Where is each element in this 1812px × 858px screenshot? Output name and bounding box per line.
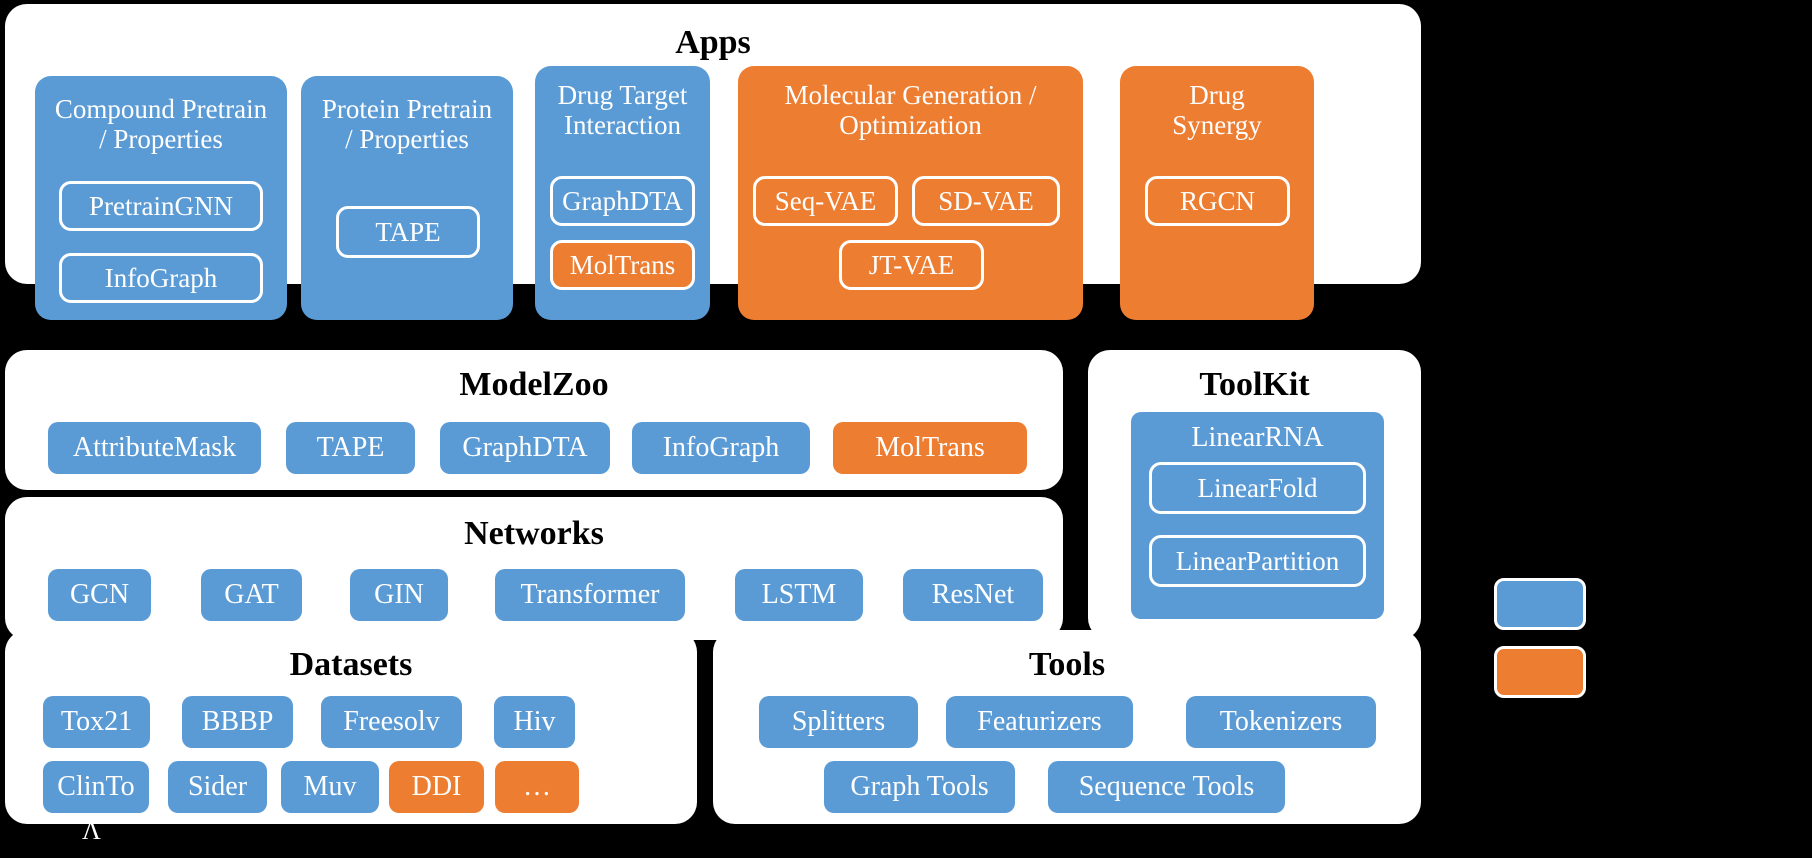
tools-item-graph-tools[interactable]: Graph Tools bbox=[824, 761, 1015, 813]
tools-item-tokenizers[interactable]: Tokenizers bbox=[1186, 696, 1376, 748]
datasets-panel: Datasets Tox21 BBBP Freesolv Hiv ClinTo … bbox=[5, 630, 697, 824]
modelzoo-item-graphdta[interactable]: GraphDTA bbox=[440, 422, 610, 474]
apps-group-label: Drug Synergy bbox=[1172, 80, 1262, 141]
apps-item-jt-vae[interactable]: JT-VAE bbox=[839, 240, 984, 290]
apps-group-label: Compound Pretrain / Properties bbox=[54, 94, 268, 155]
diagram-canvas: Apps Compound Pretrain / Properties Pret… bbox=[0, 0, 1812, 858]
apps-group-label: Molecular Generation / Optimization bbox=[784, 80, 1037, 141]
networks-item-gat[interactable]: GAT bbox=[201, 569, 302, 621]
tools-panel-title: Tools bbox=[1028, 646, 1106, 683]
toolkit-group-linearrna[interactable]: LinearRNA LinearFold LinearPartition bbox=[1131, 412, 1384, 619]
tools-item-sequence-tools[interactable]: Sequence Tools bbox=[1048, 761, 1285, 813]
apps-item-infograph[interactable]: InfoGraph bbox=[59, 253, 263, 303]
apps-item-seq-vae[interactable]: Seq-VAE bbox=[753, 176, 898, 226]
networks-item-lstm[interactable]: LSTM bbox=[735, 569, 863, 621]
apps-group-molecular-generation[interactable]: Molecular Generation / Optimization Seq-… bbox=[738, 66, 1083, 320]
datasets-item-more[interactable]: … bbox=[495, 761, 579, 813]
datasets-panel-title: Datasets bbox=[289, 646, 413, 683]
apps-group-protein-pretrain[interactable]: Protein Pretrain / Properties TAPE bbox=[301, 76, 513, 320]
tools-panel: Tools Splitters Featurizers Tokenizers G… bbox=[713, 630, 1421, 824]
datasets-item-muv[interactable]: Muv bbox=[281, 761, 379, 813]
stray-caret-artifact: Λ bbox=[82, 816, 101, 845]
networks-panel: Networks GCN GAT GIN Transformer LSTM Re… bbox=[5, 497, 1063, 640]
apps-panel-title: Apps bbox=[675, 24, 751, 61]
networks-item-gin[interactable]: GIN bbox=[350, 569, 448, 621]
networks-item-gcn[interactable]: GCN bbox=[48, 569, 151, 621]
apps-item-tape[interactable]: TAPE bbox=[336, 206, 480, 258]
modelzoo-item-attributemask[interactable]: AttributeMask bbox=[48, 422, 261, 474]
networks-item-transformer[interactable]: Transformer bbox=[495, 569, 685, 621]
apps-group-drug-target-interaction[interactable]: Drug Target Interaction GraphDTA MolTran… bbox=[535, 66, 710, 320]
apps-item-pretraingnn[interactable]: PretrainGNN bbox=[59, 181, 263, 231]
modelzoo-item-moltrans[interactable]: MolTrans bbox=[833, 422, 1027, 474]
modelzoo-panel: ModelZoo AttributeMask TAPE GraphDTA Inf… bbox=[5, 350, 1063, 490]
datasets-item-sider[interactable]: Sider bbox=[168, 761, 267, 813]
apps-item-rgcn[interactable]: RGCN bbox=[1145, 176, 1290, 226]
apps-item-moltrans[interactable]: MolTrans bbox=[550, 240, 695, 290]
datasets-item-hiv[interactable]: Hiv bbox=[494, 696, 575, 748]
toolkit-item-linearfold[interactable]: LinearFold bbox=[1149, 462, 1366, 514]
networks-panel-title: Networks bbox=[464, 515, 604, 552]
networks-item-resnet[interactable]: ResNet bbox=[903, 569, 1043, 621]
apps-item-graphdta[interactable]: GraphDTA bbox=[550, 176, 695, 226]
toolkit-panel-title: ToolKit bbox=[1199, 366, 1310, 403]
datasets-item-ddi[interactable]: DDI bbox=[389, 761, 484, 813]
tools-item-splitters[interactable]: Splitters bbox=[759, 696, 918, 748]
modelzoo-item-infograph[interactable]: InfoGraph bbox=[632, 422, 810, 474]
toolkit-item-linearpartition[interactable]: LinearPartition bbox=[1149, 535, 1366, 587]
apps-group-compound-pretrain[interactable]: Compound Pretrain / Properties PretrainG… bbox=[35, 76, 287, 320]
modelzoo-panel-title: ModelZoo bbox=[459, 366, 609, 403]
legend-swatch-blue bbox=[1494, 578, 1586, 630]
tools-item-featurizers[interactable]: Featurizers bbox=[946, 696, 1133, 748]
apps-panel: Apps Compound Pretrain / Properties Pret… bbox=[5, 4, 1421, 320]
datasets-item-tox21[interactable]: Tox21 bbox=[43, 696, 150, 748]
toolkit-group-label: LinearRNA bbox=[1191, 422, 1324, 453]
modelzoo-item-tape[interactable]: TAPE bbox=[286, 422, 415, 474]
datasets-item-freesolv[interactable]: Freesolv bbox=[321, 696, 462, 748]
toolkit-panel: ToolKit LinearRNA LinearFold LinearParti… bbox=[1088, 350, 1421, 640]
apps-group-label: Drug Target Interaction bbox=[557, 80, 688, 141]
legend-swatch-orange bbox=[1494, 646, 1586, 698]
apps-group-label: Protein Pretrain / Properties bbox=[321, 94, 493, 155]
apps-group-drug-synergy[interactable]: Drug Synergy RGCN bbox=[1120, 66, 1314, 320]
apps-item-sd-vae[interactable]: SD-VAE bbox=[912, 176, 1060, 226]
datasets-item-bbbp[interactable]: BBBP bbox=[182, 696, 293, 748]
datasets-item-clinto[interactable]: ClinTo bbox=[43, 761, 149, 813]
